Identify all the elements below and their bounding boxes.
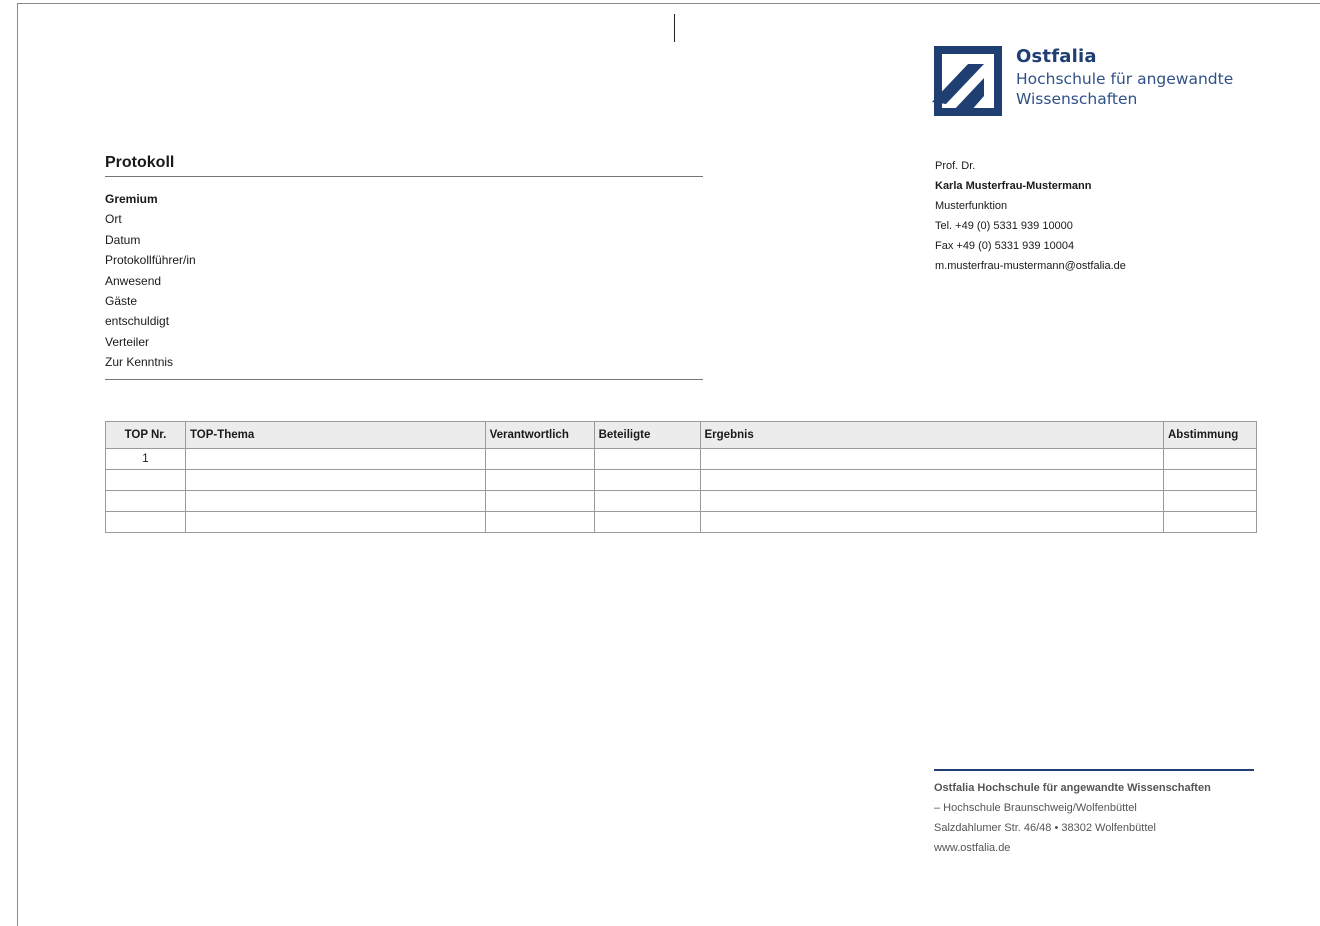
- logo-line-1: Hochschule für angewandte: [1016, 70, 1234, 88]
- field-entschuldigt[interactable]: entschuldigt: [105, 313, 703, 333]
- table-cell[interactable]: [484, 448, 595, 470]
- table-cell[interactable]: [593, 469, 701, 491]
- contact-function[interactable]: Musterfunktion: [935, 199, 1235, 219]
- table-cell[interactable]: [1163, 490, 1257, 512]
- col-ergebnis[interactable]: Ergebnis: [699, 421, 1165, 449]
- table-row: [105, 469, 1257, 491]
- footer-org[interactable]: Ostfalia Hochschule für angewandte Wisse…: [934, 781, 1254, 801]
- contact-name[interactable]: Karla Musterfrau-Mustermann: [935, 179, 1235, 199]
- field-gaeste[interactable]: Gäste: [105, 293, 703, 313]
- logo-line-2: Wissenschaften: [1016, 90, 1138, 108]
- ostfalia-logo: Ostfalia Hochschule für angewandte Wisse…: [932, 46, 1248, 118]
- field-datum[interactable]: Datum: [105, 232, 703, 252]
- table-cell[interactable]: [593, 490, 701, 512]
- table-cell[interactable]: [105, 511, 186, 533]
- table-cell[interactable]: [699, 469, 1165, 491]
- meta-fields: Gremium Ort Datum Protokollführer/in Anw…: [105, 191, 703, 375]
- field-zur-kenntnis[interactable]: Zur Kenntnis: [105, 354, 703, 374]
- field-gremium[interactable]: Gremium: [105, 191, 703, 211]
- field-ort[interactable]: Ort: [105, 211, 703, 231]
- document-title[interactable]: Protokoll: [105, 154, 703, 177]
- contact-fax[interactable]: Fax +49 (0) 5331 939 10004: [935, 239, 1235, 259]
- text-cursor: [674, 14, 675, 42]
- footer-rule: [934, 769, 1254, 771]
- logo-name: Ostfalia: [1016, 46, 1097, 67]
- table-cell[interactable]: [484, 490, 595, 512]
- table-header-row: TOP Nr. TOP-Thema Verantwortlich Beteili…: [105, 421, 1257, 449]
- footer-sub[interactable]: – Hochschule Braunschweig/Wolfenbüttel: [934, 801, 1254, 821]
- table-cell[interactable]: [184, 448, 486, 470]
- footer-web[interactable]: www.ostfalia.de: [934, 841, 1254, 861]
- table-cell[interactable]: [593, 448, 701, 470]
- table-cell[interactable]: [184, 469, 486, 491]
- contact-tel[interactable]: Tel. +49 (0) 5331 939 10000: [935, 219, 1235, 239]
- col-top-thema[interactable]: TOP-Thema: [184, 421, 486, 449]
- table-cell[interactable]: [593, 511, 701, 533]
- table-cell[interactable]: [699, 490, 1165, 512]
- table-cell[interactable]: [105, 490, 186, 512]
- field-verteiler[interactable]: Verteiler: [105, 334, 703, 354]
- table-row: 1: [105, 448, 1257, 470]
- footer-block: Ostfalia Hochschule für angewandte Wisse…: [934, 769, 1254, 861]
- table-cell[interactable]: [1163, 469, 1257, 491]
- table-cell[interactable]: 1: [105, 448, 186, 470]
- col-verantwortlich[interactable]: Verantwortlich: [484, 421, 595, 449]
- col-abstimmung[interactable]: Abstimmung: [1163, 421, 1257, 449]
- table-cell[interactable]: [184, 511, 486, 533]
- field-anwesend[interactable]: Anwesend: [105, 273, 703, 293]
- table-row: [105, 490, 1257, 512]
- table-cell[interactable]: [484, 469, 595, 491]
- table-cell[interactable]: [105, 469, 186, 491]
- agenda-table: TOP Nr. TOP-Thema Verantwortlich Beteili…: [105, 421, 1257, 533]
- table-cell[interactable]: [1163, 448, 1257, 470]
- table-cell[interactable]: [699, 448, 1165, 470]
- table-cell[interactable]: [484, 511, 595, 533]
- table-row: [105, 511, 1257, 533]
- footer-address[interactable]: Salzdahlumer Str. 46/48 • 38302 Wolfenbü…: [934, 821, 1254, 841]
- divider: [105, 379, 703, 380]
- table-cell[interactable]: [184, 490, 486, 512]
- table-cell[interactable]: [699, 511, 1165, 533]
- contact-block: Prof. Dr. Karla Musterfrau-Mustermann Mu…: [935, 159, 1235, 279]
- contact-email[interactable]: m.musterfrau-mustermann@ostfalia.de: [935, 259, 1235, 279]
- field-protokollfuehrer[interactable]: Protokollführer/in: [105, 252, 703, 272]
- contact-title[interactable]: Prof. Dr.: [935, 159, 1235, 179]
- table-cell[interactable]: [1163, 511, 1257, 533]
- ostfalia-logo-icon: [932, 46, 1002, 116]
- col-beteiligte[interactable]: Beteiligte: [593, 421, 701, 449]
- col-top-nr[interactable]: TOP Nr.: [105, 421, 186, 449]
